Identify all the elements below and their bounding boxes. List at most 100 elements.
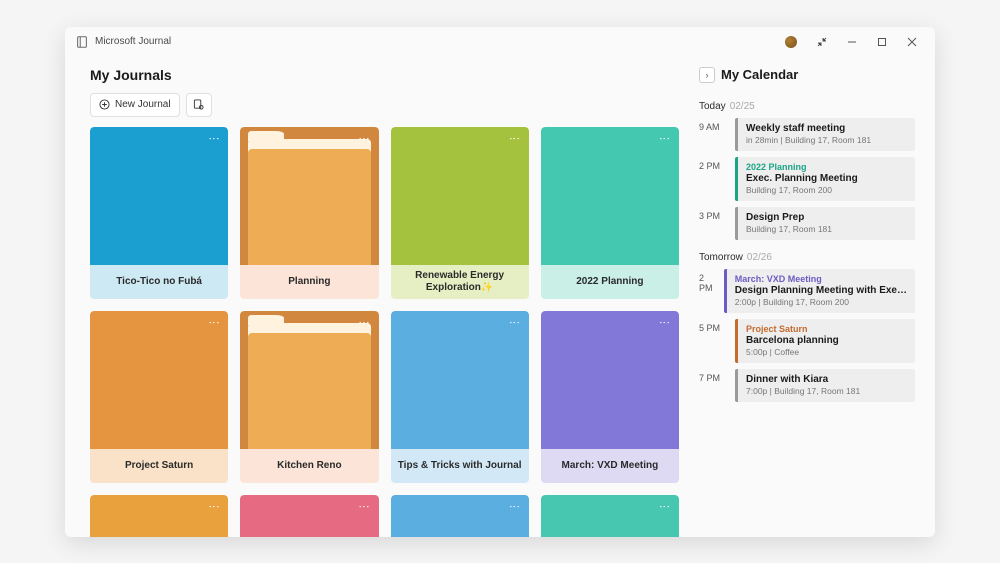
calendar-group-date: 02/26: [747, 252, 772, 263]
journal-cover: ⋮: [541, 311, 679, 449]
event-time: 5 PM: [699, 319, 727, 363]
card-menu-icon[interactable]: ⋮: [508, 317, 521, 329]
card-menu-icon[interactable]: ⋮: [658, 501, 671, 513]
calendar-group-label: Today: [699, 101, 726, 112]
journal-cover: ⋮: [90, 311, 228, 449]
event-time: 2 PM: [699, 157, 727, 201]
event-title: Weekly staff meeting: [746, 123, 907, 134]
event-time: 2 PM: [699, 269, 716, 313]
journal-title: Project Saturn: [90, 449, 228, 483]
event-title: Design Planning Meeting with Exe…: [735, 285, 907, 296]
event-subtitle: in 28min | Building 17, Room 181: [746, 135, 907, 145]
event-card: March: VXD MeetingDesign Planning Meetin…: [724, 269, 915, 313]
calendar-event[interactable]: 7 PM Dinner with Kiara7:00p | Building 17…: [699, 369, 915, 402]
journal-title: Tico-Tico no Fubá: [90, 265, 228, 299]
journal-card[interactable]: ⋮: [240, 495, 378, 537]
card-menu-icon[interactable]: ⋮: [358, 133, 371, 145]
journal-cover: ⋮: [391, 311, 529, 449]
card-menu-icon[interactable]: ⋮: [658, 317, 671, 329]
calendar-event[interactable]: 3 PMDesign PrepBuilding 17, Room 181: [699, 207, 915, 240]
card-menu-icon[interactable]: ⋮: [207, 133, 220, 145]
event-time: 3 PM: [699, 207, 727, 240]
folder-front: [248, 149, 370, 265]
journal-settings-button[interactable]: [186, 93, 212, 117]
compact-icon[interactable]: [807, 29, 837, 55]
event-subtitle: Building 17, Room 181: [746, 224, 907, 234]
event-subtitle: 5:00p | Coffee: [746, 347, 907, 357]
journal-card[interactable]: ⋮Renewable Energy Exploration✨: [391, 127, 529, 299]
folder-front: [248, 333, 370, 449]
close-button[interactable]: [897, 29, 927, 55]
journal-card[interactable]: ⋮ Tico-Tico no Fubá: [90, 127, 228, 299]
event-card: Weekly staff meetingin 28min | Building …: [735, 118, 915, 151]
journal-grid: ⋮ Tico-Tico no Fubá ⋮Planning⋮Renewable En…: [90, 127, 685, 537]
journal-cover: ⋮: [240, 127, 378, 265]
calendar-body: Today 02/259 AM Weekly staff meetingin 28m…: [699, 101, 915, 402]
card-menu-icon[interactable]: ⋮: [658, 133, 671, 145]
new-journal-label: New Journal: [115, 99, 171, 110]
calendar-event[interactable]: 5 PM Project SaturnBarcelona planning5:00…: [699, 319, 915, 363]
event-time: 9 AM: [699, 118, 727, 151]
calendar-group-title: Tomorrow 02/26: [699, 252, 915, 263]
event-subtitle: 2:00p | Building 17, Room 200: [735, 297, 907, 307]
journal-card[interactable]: ⋮ Tips & Tricks with Journal: [391, 311, 529, 483]
app-title: Microsoft Journal: [95, 36, 171, 47]
main-header: My Journals: [90, 67, 685, 83]
plus-circle-icon: [99, 99, 110, 110]
journal-cover: ⋮: [90, 495, 228, 537]
page-title: My Journals: [90, 67, 172, 83]
journal-card[interactable]: ⋮ March: VXD Meeting: [541, 311, 679, 483]
card-menu-icon[interactable]: ⋮: [358, 317, 371, 329]
card-menu-icon[interactable]: ⋮: [358, 501, 371, 513]
journal-card[interactable]: ⋮Planning: [240, 127, 378, 299]
calendar-sidebar: › My Calendar Today02/259 AMWeekly staff…: [685, 67, 915, 537]
event-tag: Project Saturn: [746, 324, 907, 334]
event-tag: March: VXD Meeting: [735, 274, 907, 284]
journal-card[interactable]: ⋮ Kitchen Reno: [240, 311, 378, 483]
journal-title: Tips & Tricks with Journal: [391, 449, 529, 483]
user-avatar[interactable]: [785, 36, 797, 48]
maximize-button[interactable]: [867, 29, 897, 55]
event-time: 7 PM: [699, 369, 727, 402]
calendar-group: Tomorrow 02/26 2 PM March: VXD MeetingDesig…: [699, 252, 915, 402]
card-menu-icon[interactable]: ⋮: [508, 133, 521, 145]
journal-card[interactable]: ⋮: [90, 495, 228, 537]
journal-cover: ⋮: [541, 495, 679, 537]
event-card: 2022 PlanningExec. Planning MeetingBuild…: [735, 157, 915, 201]
main-panel: My Journals New Journal ⋮ Tico-Tico no Fu…: [90, 67, 685, 537]
calendar-group-title: Today 02/25: [699, 101, 915, 112]
event-title: Barcelona planning: [746, 335, 907, 346]
event-title: Dinner with Kiara: [746, 374, 907, 385]
journal-cover: ⋮: [240, 311, 378, 449]
calendar-event[interactable]: 9 AM Weekly staff meetingin 28min | Build…: [699, 118, 915, 151]
minimize-button[interactable]: [837, 29, 867, 55]
calendar-event[interactable]: 2 PM March: VXD MeetingDesign Planning Me…: [699, 269, 915, 313]
app-window: Microsoft Journal My Journals New Journa…: [65, 27, 935, 537]
event-tag: 2022 Planning: [746, 162, 907, 172]
card-menu-icon[interactable]: ⋮: [508, 501, 521, 513]
event-card: Project SaturnBarcelona planning5:00p | …: [735, 319, 915, 363]
calendar-event[interactable]: 2 PM 2022 PlanningExec. Planning MeetingB…: [699, 157, 915, 201]
calendar-group-date: 02/25: [730, 101, 755, 112]
notebook-gear-icon: [193, 99, 204, 110]
toolbar: New Journal: [90, 93, 685, 117]
journal-cover: ⋮: [90, 127, 228, 265]
journal-cover: ⋮: [391, 127, 529, 265]
journal-card[interactable]: ⋮: [541, 495, 679, 537]
journal-cover: ⋮: [391, 495, 529, 537]
event-title: Exec. Planning Meeting: [746, 173, 907, 184]
card-menu-icon[interactable]: ⋮: [207, 317, 220, 329]
event-subtitle: 7:00p | Building 17, Room 181: [746, 386, 907, 396]
journal-title: 2022 Planning: [541, 265, 679, 299]
chevron-right-icon[interactable]: ›: [699, 67, 715, 83]
journal-title: March: VXD Meeting: [541, 449, 679, 483]
event-subtitle: Building 17, Room 200: [746, 185, 907, 195]
journal-title: Kitchen Reno: [240, 449, 378, 483]
new-journal-button[interactable]: New Journal: [90, 93, 180, 117]
card-menu-icon[interactable]: ⋮: [207, 501, 220, 513]
journal-cover: ⋮: [541, 127, 679, 265]
calendar-group-label: Tomorrow: [699, 252, 743, 263]
journal-card[interactable]: ⋮ Project Saturn: [90, 311, 228, 483]
journal-card[interactable]: ⋮ 2022 Planning: [541, 127, 679, 299]
journal-card[interactable]: ⋮: [391, 495, 529, 537]
